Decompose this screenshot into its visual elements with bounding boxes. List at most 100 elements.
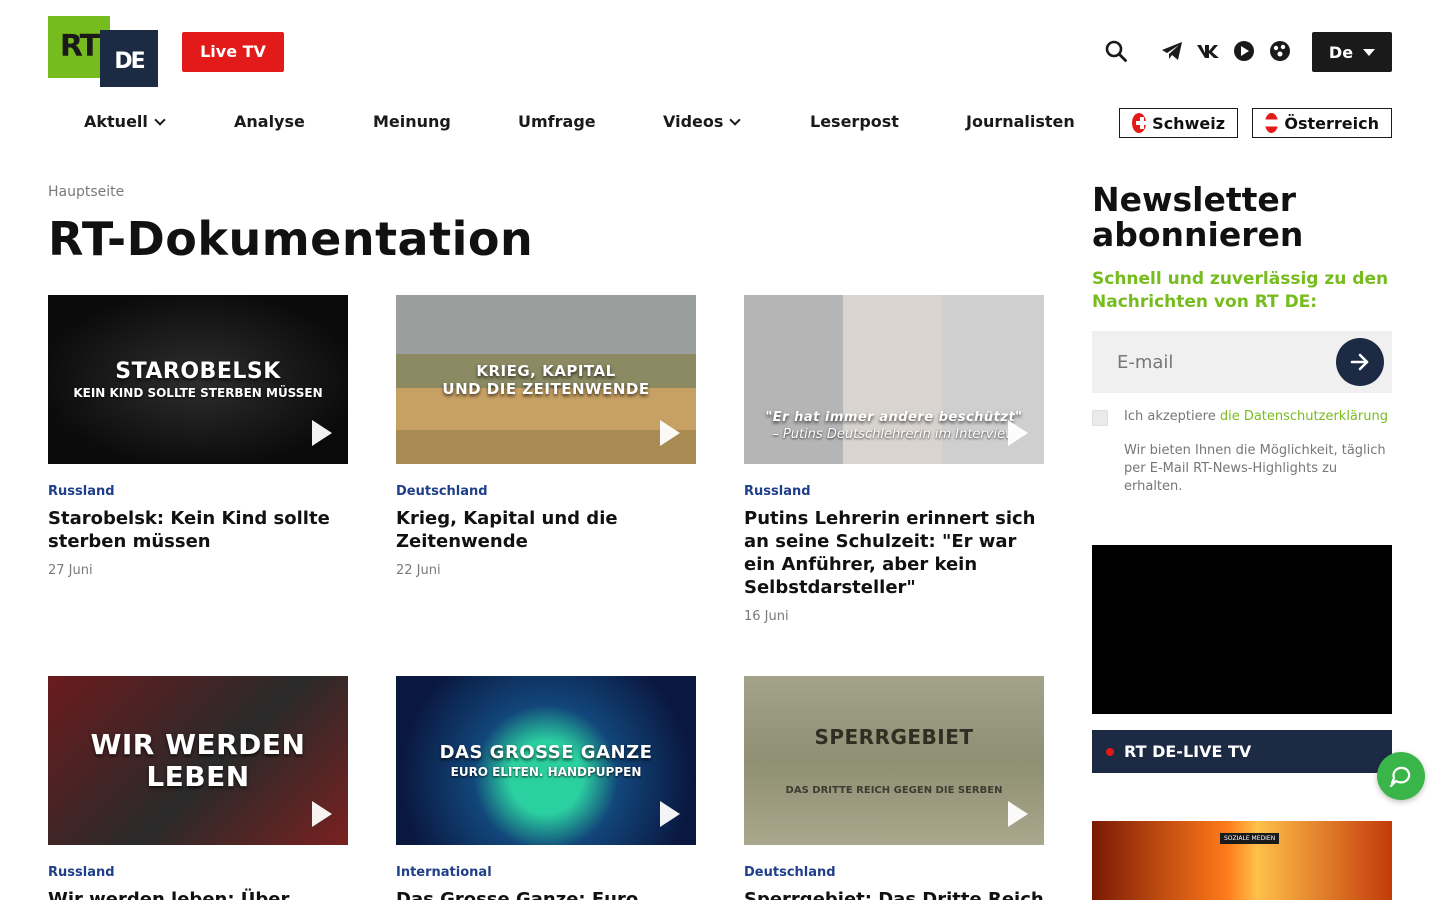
nav-item-leserpost[interactable]: Leserpost	[810, 104, 899, 140]
play-icon[interactable]	[1008, 801, 1028, 827]
thumbnail-subtitle: DAS DRITTE REICH GEGEN DIE SERBEN	[785, 785, 1003, 796]
nav-label: Meinung	[373, 112, 451, 131]
play-icon[interactable]	[312, 420, 332, 446]
country-button-schweiz[interactable]: Schweiz	[1119, 108, 1238, 138]
article-title[interactable]: Starobelsk: Kein Kind sollte sterben müs…	[48, 507, 348, 553]
article-thumbnail[interactable]: KRIEG, KAPITAL UND DIE ZEITENWENDE	[396, 295, 696, 464]
thumbnail-title: WIR WERDEN	[90, 727, 306, 761]
thumbnail-badge: SOZIALE MEDIEN	[1220, 833, 1280, 844]
chevron-down-icon	[729, 113, 742, 126]
live-video-player[interactable]	[1092, 545, 1392, 714]
article-card[interactable]: DAS GROSSE GANZE EURO ELITEN. HANDPUPPEN…	[396, 676, 696, 900]
breadcrumb[interactable]: Hauptseite	[48, 184, 124, 200]
thumbnail-subtitle: UND DIE ZEITENWENDE	[442, 379, 650, 398]
thumbnail-subtitle: LEBEN	[146, 759, 250, 793]
chat-button[interactable]	[1377, 752, 1425, 800]
chevron-down-icon	[154, 113, 166, 126]
nav-item-meinung[interactable]: Meinung	[373, 104, 451, 140]
article-date: 27 Juni	[48, 563, 93, 578]
thumbnail-title: SPERRGEBIET	[814, 725, 974, 749]
caret-down-icon	[1363, 48, 1376, 56]
article-category[interactable]: International	[396, 865, 696, 880]
vk-icon[interactable]	[1195, 38, 1221, 64]
main-nav: Aktuell Analyse Meinung Umfrage Videos L…	[0, 104, 1440, 140]
language-label: De	[1328, 42, 1354, 62]
article-category[interactable]: Russland	[48, 484, 348, 499]
thumbnail-subtitle: EURO ELITEN. HANDPUPPEN	[450, 765, 642, 779]
privacy-policy-link[interactable]: die Datenschutzerklärung	[1220, 409, 1388, 424]
play-icon[interactable]	[312, 801, 332, 827]
article-category[interactable]: Russland	[744, 484, 1044, 499]
swiss-flag-icon	[1132, 113, 1147, 133]
nav-label: Journalisten	[966, 112, 1075, 131]
article-category[interactable]: Deutschland	[744, 865, 1044, 880]
nav-item-videos[interactable]: Videos	[663, 104, 742, 140]
country-label: Österreich	[1284, 113, 1379, 133]
logo-de: DE	[100, 30, 158, 87]
live-tv-bar[interactable]: RT DE-LIVE TV	[1092, 730, 1392, 773]
article-thumbnail[interactable]: SPERRGEBIET DAS DRITTE REICH GEGEN DIE S…	[744, 676, 1044, 845]
article-card[interactable]: "Er hat immer andere beschützt" – Putins…	[744, 295, 1044, 624]
telegram-icon[interactable]	[1159, 38, 1185, 64]
nav-label: Analyse	[234, 112, 305, 131]
article-category[interactable]: Russland	[48, 865, 348, 880]
article-thumbnail[interactable]: STAROBELSK KEIN KIND SOLLTE STERBEN MÜSS…	[48, 295, 348, 464]
nav-label: Umfrage	[518, 112, 596, 131]
article-title[interactable]: Putins Lehrerin erinnert sich an seine S…	[744, 507, 1044, 599]
thumbnail-subtitle: – Putins Deutschlehrerin im Interview	[772, 427, 1016, 442]
odysee-icon[interactable]	[1267, 38, 1293, 64]
newsletter-submit-button[interactable]	[1336, 338, 1384, 386]
live-indicator-icon	[1106, 747, 1114, 756]
article-thumbnail[interactable]: "Er hat immer andere beschützt" – Putins…	[744, 295, 1044, 464]
nav-item-umfrage[interactable]: Umfrage	[518, 104, 596, 140]
austria-flag-icon	[1265, 113, 1279, 133]
thumbnail-title: DAS GROSSE GANZE	[439, 742, 653, 763]
chat-bubble-icon	[1389, 766, 1411, 788]
consent-info: Wir bieten Ihnen die Möglichkeit, täglic…	[1124, 443, 1386, 494]
article-card[interactable]: SPERRGEBIET DAS DRITTE REICH GEGEN DIE S…	[744, 676, 1044, 900]
play-icon[interactable]	[660, 801, 680, 827]
nav-label: Leserpost	[810, 112, 899, 131]
consent-checkbox[interactable]	[1092, 410, 1108, 426]
article-category[interactable]: Deutschland	[396, 484, 696, 499]
article-date: 22 Juni	[396, 563, 441, 578]
nav-item-analyse[interactable]: Analyse	[234, 104, 305, 140]
play-icon[interactable]	[660, 420, 680, 446]
nav-label: Videos	[663, 112, 724, 131]
article-title[interactable]: Das Grosse Ganze: Euro	[396, 888, 696, 900]
article-thumbnail[interactable]: WIR WERDEN LEBEN	[48, 676, 348, 845]
rutube-icon[interactable]	[1231, 38, 1257, 64]
article-card[interactable]: STAROBELSK KEIN KIND SOLLTE STERBEN MÜSS…	[48, 295, 348, 578]
newsletter-form	[1092, 331, 1392, 393]
language-selector[interactable]: De	[1312, 32, 1392, 72]
thumbnail-subtitle: KEIN KIND SOLLTE STERBEN MÜSSEN	[73, 386, 323, 400]
live-tv-label: RT DE-LIVE TV	[1124, 742, 1252, 761]
article-title[interactable]: Wir werden leben: Über	[48, 888, 348, 900]
country-label: Schweiz	[1152, 113, 1225, 133]
newsletter-subtitle: Schnell und zuverlässig zu den Nachricht…	[1092, 269, 1389, 312]
search-icon[interactable]	[1103, 38, 1129, 64]
thumbnail-title: "Er hat immer andere beschützt"	[765, 410, 1023, 425]
nav-label: Aktuell	[84, 112, 148, 131]
article-date: 16 Juni	[744, 609, 789, 624]
thumbnail-title: KRIEG, KAPITAL	[476, 361, 616, 380]
consent-label: Ich akzeptiere die Datenschutzerklärung	[1124, 408, 1394, 426]
nav-item-aktuell[interactable]: Aktuell	[84, 104, 166, 140]
play-icon[interactable]	[1008, 420, 1028, 446]
country-button-oesterreich[interactable]: Österreich	[1252, 108, 1392, 138]
article-thumbnail[interactable]: DAS GROSSE GANZE EURO ELITEN. HANDPUPPEN	[396, 676, 696, 845]
live-tv-button[interactable]: Live TV	[182, 32, 284, 72]
article-card[interactable]: KRIEG, KAPITAL UND DIE ZEITENWENDE Deuts…	[396, 295, 696, 578]
arrow-right-icon	[1350, 353, 1369, 371]
article-title[interactable]: Krieg, Kapital und die Zeitenwende	[396, 507, 696, 553]
article-title[interactable]: Sperrgebiet: Das Dritte Reich	[744, 888, 1044, 900]
newsletter-title: Newsletter abonnieren	[1092, 180, 1304, 254]
page-title: RT-Dokumentation	[48, 212, 534, 266]
article-card[interactable]: WIR WERDEN LEBEN Russland Wir werden leb…	[48, 676, 348, 900]
site-header: RT DE Live TV De	[0, 0, 1440, 100]
email-input[interactable]	[1092, 331, 1332, 393]
rt-de-logo[interactable]: RT DE	[48, 16, 158, 87]
consent-prefix: Ich akzeptiere	[1124, 409, 1216, 424]
sidebar-video-thumbnail[interactable]: SOZIALE MEDIEN	[1092, 821, 1392, 900]
nav-item-journalisten[interactable]: Journalisten	[966, 104, 1075, 140]
